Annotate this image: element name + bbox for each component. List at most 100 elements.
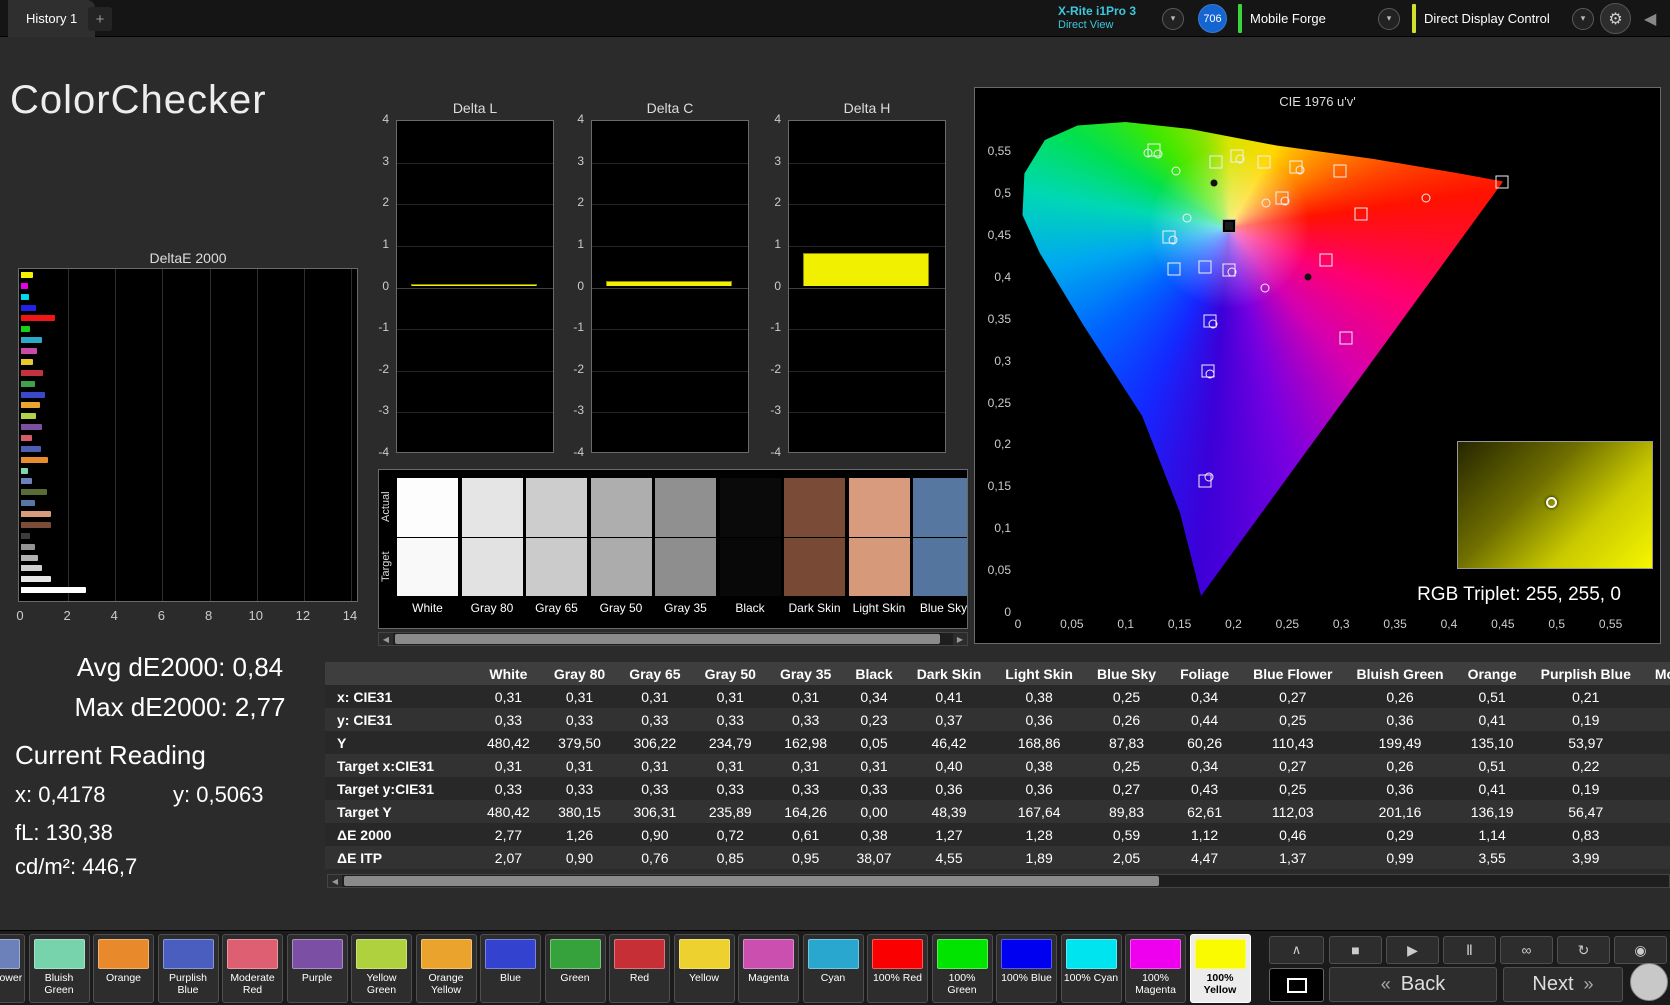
patch-button-orange[interactable]: Orange: [93, 934, 154, 1003]
loop-icon[interactable]: ↻: [1557, 936, 1610, 964]
chevron-down-icon[interactable]: ▾: [1572, 7, 1594, 30]
patch-button-yellow[interactable]: Yellow: [673, 934, 735, 1003]
patch-label: 100% Magenta: [1135, 972, 1176, 997]
x-tick-label: 14: [342, 608, 358, 623]
round-control-button[interactable]: [1630, 963, 1668, 1001]
next-button[interactable]: Next »: [1503, 967, 1623, 1002]
table-cell: 1,27: [935, 826, 963, 843]
table-cell: 164,26: [784, 803, 828, 820]
patch-button-100-green[interactable]: 100% Green: [931, 934, 993, 1003]
tab-history-1[interactable]: History 1: [8, 0, 96, 37]
gridline: [397, 412, 553, 414]
patch-label: 100% Red: [872, 972, 923, 984]
table-cell: 0,47: [1643, 823, 1670, 846]
table-cell: 0,46: [1279, 826, 1307, 843]
play-icon[interactable]: ▶: [1386, 936, 1439, 964]
patch-button-100-magenta[interactable]: 100% Magenta: [1125, 934, 1186, 1003]
record-icon[interactable]: ◉: [1614, 936, 1667, 964]
table-row-header: y: CIE31: [337, 711, 393, 728]
gear-icon[interactable]: ⚙: [1600, 3, 1631, 34]
patch-button-orange-yellow[interactable]: Orange Yellow: [415, 934, 477, 1003]
table-cell: 0,36: [1386, 711, 1414, 728]
table-cell: 0,31: [565, 688, 594, 705]
back-button[interactable]: « Back: [1329, 967, 1497, 1002]
cie-point-dot: [1210, 179, 1218, 187]
y-tick-label: -2: [573, 361, 584, 376]
table-row: Target x:CIE31 0,31 0,31 0,31 0,31 0,31 0,31 0,…: [325, 754, 1670, 777]
patch-button-magenta[interactable]: Magenta: [738, 934, 799, 1003]
patch-button-100-blue[interactable]: 100% Blue: [996, 934, 1057, 1003]
scrollbar-thumb[interactable]: [344, 876, 1159, 886]
cie-point-measured: [1235, 154, 1245, 164]
caret-up-icon[interactable]: ∧: [1269, 936, 1324, 964]
pause-icon[interactable]: Ⅱ: [1443, 936, 1496, 964]
table-cell: 0,33: [716, 780, 744, 797]
table-cell: 0,31: [1643, 708, 1670, 731]
cie-diagram-panel: CIE 1976 u'v' RGB Triplet: 255, 255, 0 0…: [974, 87, 1661, 644]
collapse-panel-icon[interactable]: ◀: [1644, 9, 1656, 29]
swatch-scrollbar[interactable]: ◀ ▶: [378, 632, 968, 646]
table-col-header-gray-50: Gray 50: [704, 665, 756, 682]
y-tick-label: 0,45: [987, 228, 1011, 243]
current-reading-heading: Current Reading: [15, 740, 206, 770]
scrollbar-thumb[interactable]: [395, 634, 940, 644]
table-cell: 4,47: [1190, 849, 1219, 866]
delta-h-bar: [803, 253, 929, 286]
scroll-left-icon[interactable]: ◀: [328, 875, 342, 887]
swatch-label: Gray 50: [599, 601, 643, 615]
patch-label: 100% Cyan: [1063, 972, 1119, 984]
x-tick-label: 0,5: [1548, 617, 1566, 631]
deltae-bar-magenta: [21, 348, 37, 355]
patch-button-blue-flower[interactable]: Blue Flower: [0, 934, 25, 1003]
patch-button-100-cyan[interactable]: 100% Cyan: [1060, 934, 1122, 1003]
table-row: x: CIE31 0,31 0,31 0,31 0,31 0,31 0,34 0,41 0,38…: [325, 685, 1670, 708]
target-swatch: [784, 538, 845, 596]
table-cell: 0,38: [1025, 757, 1053, 774]
chevron-down-icon[interactable]: ▾: [1162, 7, 1184, 30]
patch-label: Yellow: [689, 972, 719, 984]
gridline: [592, 412, 748, 414]
table-cell: 0,22: [1572, 757, 1600, 774]
gridline: [592, 245, 748, 247]
meter-mode: Direct View: [1058, 19, 1114, 32]
table-cell: 0,31: [792, 688, 820, 705]
continuous-icon[interactable]: ∞: [1500, 936, 1553, 964]
gridline: [789, 245, 945, 247]
y-tick-label: -3: [378, 403, 389, 418]
table-cell: 0,31: [641, 757, 669, 774]
patch-button-purple[interactable]: Purple: [286, 934, 348, 1003]
patch-button-100-yellow[interactable]: 100% Yellow: [1189, 934, 1251, 1003]
table-row: y: CIE31 0,33 0,33 0,33 0,33 0,33 0,23 0,37 0,36…: [325, 708, 1670, 731]
table-cell: 0,37: [935, 711, 963, 728]
workflow-selector[interactable]: Direct Display Control ▾: [1412, 2, 1594, 35]
deltae-bar-orange-yellow: [21, 402, 40, 409]
table-col-header-gray-65: Gray 65: [629, 665, 681, 682]
chevron-down-icon[interactable]: ▾: [1378, 7, 1400, 30]
patch-button-green[interactable]: Green: [544, 934, 606, 1003]
meter-selector[interactable]: X-Rite i1Pro 3 Direct View ▾: [1058, 2, 1184, 35]
new-tab-button[interactable]: +: [88, 7, 112, 31]
patch-button-cyan[interactable]: Cyan: [802, 934, 864, 1003]
patch-button-100-red[interactable]: 100% Red: [867, 934, 928, 1003]
scroll-left-icon[interactable]: ◀: [379, 633, 393, 645]
current-fl-readout: fL: 130,38: [15, 820, 113, 845]
y-tick-label: 0,4: [994, 269, 1011, 284]
patch-button-red[interactable]: Red: [609, 934, 670, 1003]
stop-icon[interactable]: ■: [1329, 936, 1382, 964]
source-label: Mobile Forge: [1250, 11, 1326, 26]
y-tick-label: 0,2: [994, 437, 1011, 452]
table-scrollbar[interactable]: ◀: [327, 874, 1670, 888]
table-cell: 379,50: [558, 734, 601, 751]
table-cell: 1,12: [1190, 826, 1219, 843]
source-selector[interactable]: Mobile Forge ▾: [1238, 2, 1400, 35]
patch-button-bluish-green[interactable]: Bluish Green: [28, 934, 90, 1003]
x-tick-label: 0,45: [1491, 617, 1515, 631]
patch-button-yellow-green[interactable]: Yellow Green: [351, 934, 412, 1003]
pattern-window-button[interactable]: [1269, 968, 1324, 1002]
patch-button-moderate-red[interactable]: Moderate Red: [222, 934, 283, 1003]
scroll-right-icon[interactable]: ▶: [953, 633, 967, 645]
patch-button-blue[interactable]: Blue: [480, 934, 541, 1003]
table-cell: 53,97: [1568, 734, 1604, 751]
x-tick-label: 4: [110, 608, 118, 623]
patch-button-purplish-blue[interactable]: Purplish Blue: [157, 934, 219, 1003]
